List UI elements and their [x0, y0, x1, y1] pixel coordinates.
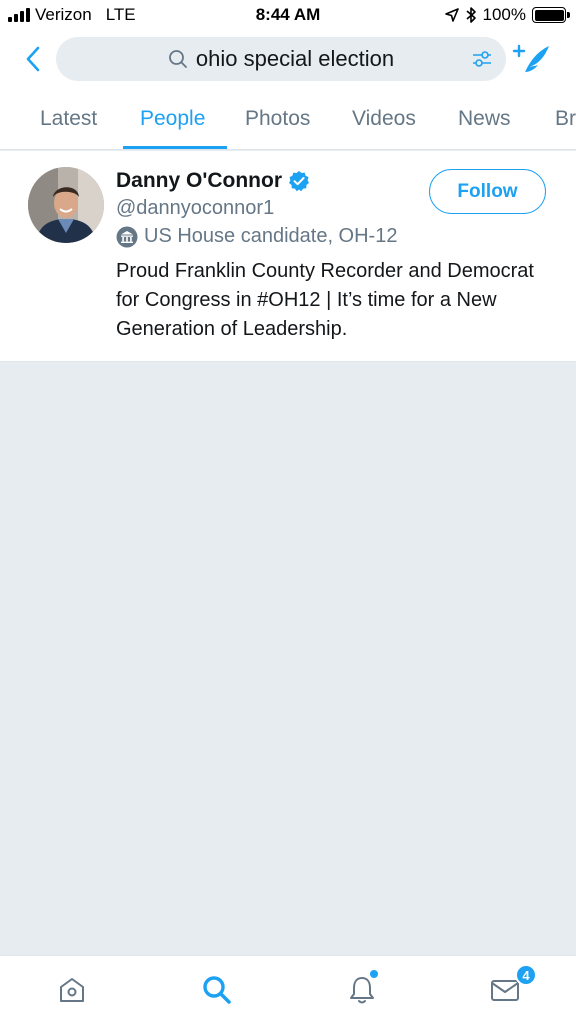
- battery-percent: 100%: [482, 5, 526, 24]
- user-bio: Proud Franklin County Recorder and Democ…: [116, 260, 534, 340]
- avatar[interactable]: [28, 167, 104, 243]
- search-filter-button[interactable]: [470, 47, 494, 71]
- notifications-bell-icon: [350, 977, 374, 1004]
- messages-badge: 4: [515, 964, 537, 986]
- tab-videos[interactable]: Videos: [352, 107, 416, 131]
- home-icon: [60, 978, 84, 1002]
- tabbar-notifications[interactable]: [344, 970, 380, 1008]
- location-arrow-icon: [444, 8, 459, 22]
- search-icon: [168, 48, 190, 70]
- tabbar-home[interactable]: [54, 972, 90, 1008]
- affiliation-label: US House candidate, OH-12: [116, 225, 397, 248]
- chevron-left-icon: [26, 46, 40, 72]
- tab-news[interactable]: News: [458, 107, 511, 131]
- government-building-icon: [116, 226, 138, 248]
- active-tab-indicator: [123, 146, 227, 149]
- verified-badge-icon: [288, 170, 310, 192]
- sliders-icon: [473, 51, 491, 67]
- affiliation-label-text: US House candidate, OH-12: [144, 225, 398, 247]
- battery-icon: [532, 7, 570, 23]
- compose-tweet-button[interactable]: [512, 42, 552, 78]
- tab-photos[interactable]: Photos: [245, 107, 310, 131]
- search-tabs: Latest People Photos Videos News Br: [0, 90, 576, 150]
- status-right: 100%: [444, 5, 570, 25]
- tabbar-search[interactable]: [199, 972, 235, 1008]
- follow-button[interactable]: Follow: [429, 169, 546, 214]
- name-row: Danny O'Connor: [116, 169, 310, 193]
- search-query-text: ohio special election: [195, 46, 395, 71]
- bottom-tab-bar: 4: [0, 955, 576, 1024]
- display-name[interactable]: Danny O'Connor: [116, 169, 282, 193]
- user-handle: @dannyoconnor1: [116, 197, 275, 219]
- tab-people[interactable]: People: [140, 107, 205, 131]
- search-input[interactable]: ohio special election: [56, 37, 506, 81]
- tab-latest[interactable]: Latest: [40, 107, 97, 131]
- tabbar-messages[interactable]: 4: [487, 964, 537, 1008]
- battery-fill: [534, 9, 564, 21]
- user-result-card[interactable]: Danny O'Connor @dannyoconnor1 US House c…: [0, 151, 576, 362]
- bluetooth-icon: [465, 7, 476, 23]
- compose-feather-icon: [512, 44, 549, 75]
- search-icon: [203, 976, 231, 1004]
- tab-broadcasts[interactable]: Br: [555, 107, 576, 131]
- back-button[interactable]: [18, 42, 48, 76]
- notification-dot: [370, 970, 378, 978]
- status-bar: Verizon LTE 8:44 AM 100%: [0, 0, 576, 30]
- search-header: ohio special election: [0, 30, 576, 90]
